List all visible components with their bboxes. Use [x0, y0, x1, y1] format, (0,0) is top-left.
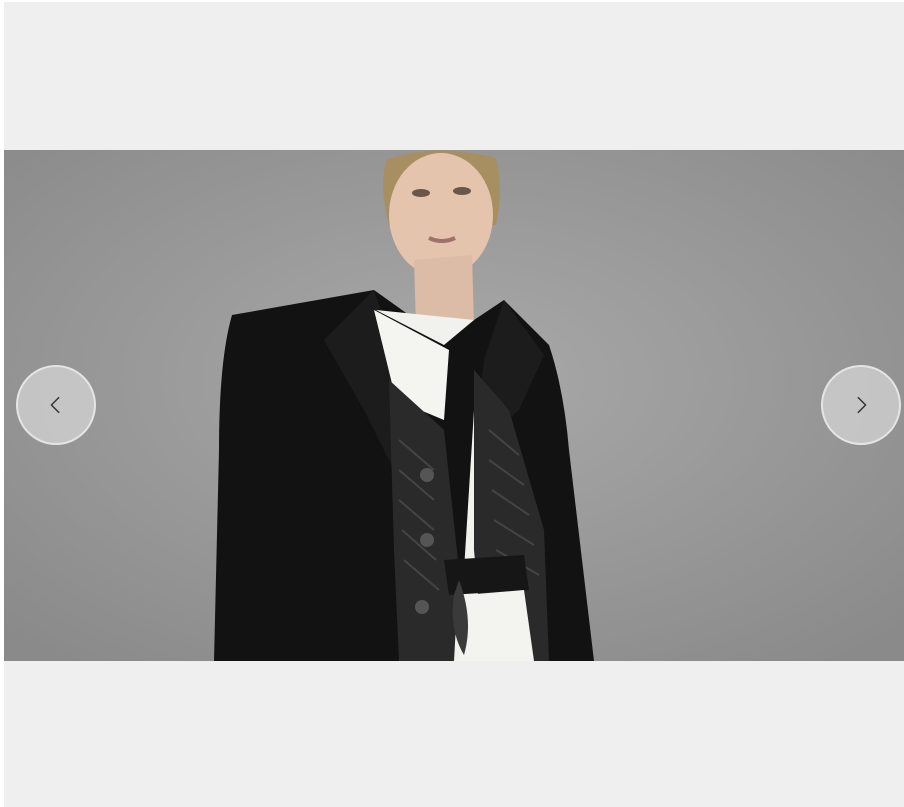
page — [0, 0, 904, 807]
chevron-left-icon — [50, 396, 60, 414]
carousel-slide-image — [4, 150, 904, 661]
chevron-right-icon — [857, 396, 867, 414]
fashion-model-photo — [4, 150, 904, 661]
carousel-next-button[interactable] — [821, 365, 901, 445]
carousel-prev-button[interactable] — [16, 365, 96, 445]
